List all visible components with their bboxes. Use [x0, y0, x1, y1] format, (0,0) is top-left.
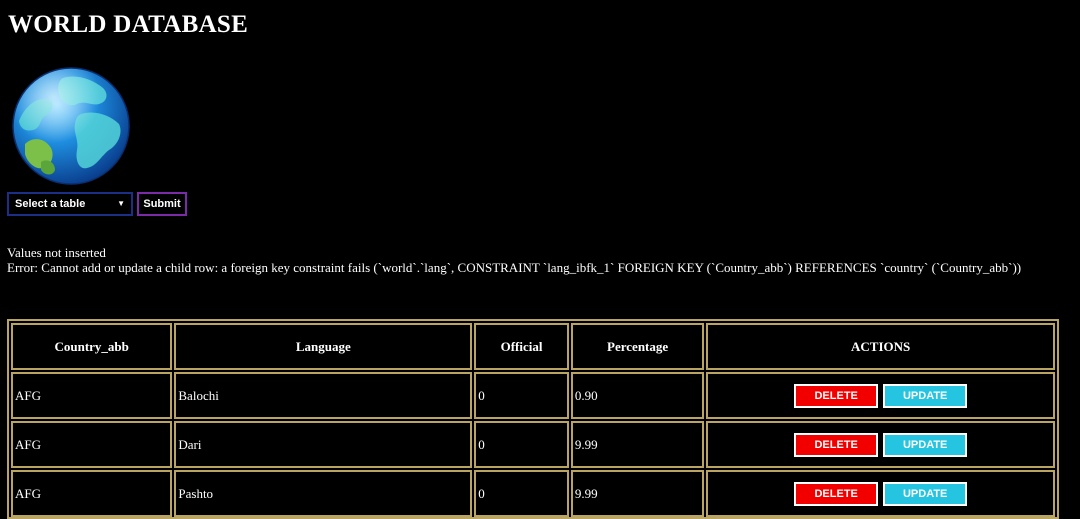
cell-percentage: 9.99: [570, 470, 705, 517]
chevron-down-icon: ▼: [117, 199, 125, 208]
delete-button[interactable]: DELETE: [794, 432, 879, 457]
update-button[interactable]: UPDATE: [883, 481, 968, 506]
cell-language: Dari: [174, 421, 473, 468]
column-header-language: Language: [174, 323, 473, 370]
table-header-row: Country_abb Language Official Percentage…: [11, 323, 1057, 370]
cell-official: 0: [474, 372, 569, 419]
cell-actions: DELETE UPDATE: [706, 372, 1055, 419]
error-text: Error: Cannot add or update a child row:…: [7, 260, 1022, 275]
cell-actions: DELETE UPDATE: [706, 470, 1055, 517]
update-button[interactable]: UPDATE: [883, 432, 968, 457]
table-row: AFG Dari 0 9.99 DELETE UPDATE: [11, 421, 1057, 468]
column-header-percentage: Percentage: [570, 323, 705, 370]
cell-percentage: 9.99: [570, 421, 705, 468]
table-row: AFG Balochi 0 0.90 DELETE UPDATE: [11, 372, 1057, 419]
cell-actions: DELETE UPDATE: [706, 421, 1055, 468]
status-text: Values not inserted: [7, 245, 106, 260]
update-button[interactable]: UPDATE: [883, 383, 968, 408]
cell-language: Pashto: [174, 470, 473, 517]
cell-country-abb: AFG: [11, 372, 173, 419]
column-header-country-abb: Country_abb: [11, 323, 173, 370]
page-title: WORLD DATABASE: [8, 11, 249, 38]
globe-icon: [12, 67, 130, 185]
cell-percentage: 0.90: [570, 372, 705, 419]
delete-button[interactable]: DELETE: [794, 383, 879, 408]
delete-button[interactable]: DELETE: [794, 481, 879, 506]
table-row: AFG Pashto 0 9.99 DELETE UPDATE: [11, 470, 1057, 517]
cell-official: 0: [474, 421, 569, 468]
column-header-actions: ACTIONS: [706, 323, 1055, 370]
cell-country-abb: AFG: [11, 421, 173, 468]
column-header-official: Official: [474, 323, 569, 370]
submit-button[interactable]: Submit: [137, 192, 187, 216]
table-select-value: Select a table: [15, 198, 86, 210]
table-select[interactable]: Select a table ▼: [7, 192, 133, 216]
cell-country-abb: AFG: [11, 470, 173, 517]
cell-language: Balochi: [174, 372, 473, 419]
status-messages: Values not inserted Error: Cannot add or…: [7, 245, 1047, 275]
language-table: Country_abb Language Official Percentage…: [7, 319, 1059, 519]
cell-official: 0: [474, 470, 569, 517]
